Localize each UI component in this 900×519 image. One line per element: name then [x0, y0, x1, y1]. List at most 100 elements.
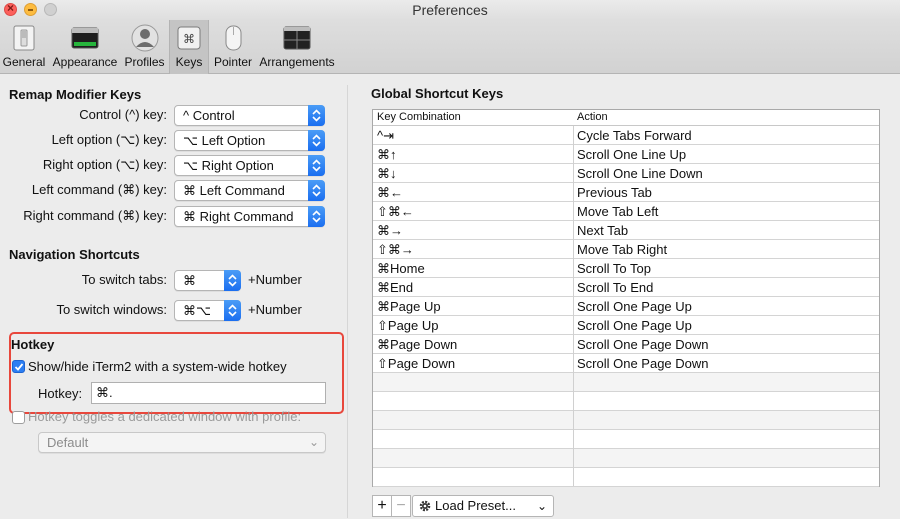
popup-arrows-icon [308, 180, 325, 201]
tab-appearance-label: Appearance [52, 55, 118, 69]
add-shortcut-button[interactable]: + [372, 495, 392, 517]
switch-windows-suffix: +Number [248, 302, 302, 317]
tab-arrangements[interactable]: Arrangements [257, 20, 337, 74]
switch-windows-popup[interactable]: ⌘⌥ [174, 300, 241, 321]
table-row[interactable]: ⌘Page Down Scroll One Page Down [373, 335, 879, 354]
switch-windows-label: To switch windows: [56, 302, 167, 317]
table-row[interactable]: ⌘Page Up Scroll One Page Up [373, 297, 879, 316]
dedicated-profile-popup[interactable]: Default ⌄ [38, 432, 326, 453]
table-row[interactable]: ⇧Page Down Scroll One Page Down [373, 354, 879, 373]
table-row[interactable]: ⌘↑ Scroll One Line Up [373, 145, 879, 164]
tab-keys-label: Keys [175, 55, 203, 69]
table-row[interactable]: ^⇥ Cycle Tabs Forward [373, 126, 879, 145]
action-cell: Previous Tab [577, 185, 652, 200]
action-cell: Scroll One Page Up [577, 318, 692, 333]
table-header: Key Combination Action [373, 110, 879, 126]
global-shortcuts-table[interactable]: Key Combination Action ^⇥ Cycle Tabs Forw… [372, 109, 880, 487]
table-row[interactable]: ⌘← Previous Tab [373, 183, 879, 202]
action-cell: Scroll One Line Up [577, 147, 687, 162]
dedicated-window-checkbox[interactable] [12, 411, 25, 424]
popup-arrows-icon [308, 105, 325, 126]
column-header-action[interactable]: Action [577, 111, 608, 123]
global-shortcuts-heading: Global Shortcut Keys [371, 86, 504, 101]
popup-arrows-icon [224, 300, 241, 321]
hotkey-field-label: Hotkey: [38, 386, 83, 401]
tab-profiles-label: Profiles [124, 55, 165, 69]
empty-table-row [373, 449, 879, 468]
chevron-down-icon: ⌄ [536, 499, 547, 513]
control-key-value: ^ Control [183, 108, 235, 123]
right-command-label: Right command (⌘) key: [23, 208, 167, 223]
action-cell: Next Tab [577, 223, 629, 238]
left-command-popup[interactable]: ⌘ Left Command [174, 180, 325, 201]
key-combination-cell: ⌘← [377, 185, 403, 200]
appearance-window-icon [71, 27, 99, 49]
load-preset-button[interactable]: Load Preset... ⌄ [412, 495, 554, 517]
switch-windows-value: ⌘⌥ [183, 303, 211, 318]
tab-arrangements-label: Arrangements [259, 55, 335, 69]
hotkey-field[interactable]: ⌘. [91, 382, 326, 404]
action-cell: Scroll One Page Down [577, 337, 709, 352]
hotkey-heading: Hotkey [11, 337, 55, 352]
remove-shortcut-button[interactable]: − [391, 495, 411, 517]
switch-tabs-popup[interactable]: ⌘ [174, 270, 241, 291]
left-option-popup[interactable]: ⌥ Left Option [174, 130, 325, 151]
right-command-popup[interactable]: ⌘ Right Command [174, 206, 325, 227]
preferences-toolbar: General Appearance Profiles ⌘ Keys Point… [0, 20, 900, 74]
window-title: Preferences [412, 2, 488, 18]
key-combination-cell: ⌘↓ [377, 166, 397, 181]
dedicated-window-label: Hotkey toggles a dedicated window with p… [28, 409, 302, 424]
key-combination-cell: ⌘Page Up [377, 299, 441, 314]
checkmark-icon [14, 363, 24, 371]
column-header-key-combination[interactable]: Key Combination [377, 111, 461, 123]
table-row[interactable]: ⇧Page Up Scroll One Page Up [373, 316, 879, 335]
control-key-popup[interactable]: ^ Control [174, 105, 325, 126]
key-combination-cell: ⇧Page Down [377, 356, 456, 371]
table-row[interactable]: ⌘↓ Scroll One Line Down [373, 164, 879, 183]
right-option-value: ⌥ Right Option [183, 158, 274, 173]
key-combination-cell: ⇧Page Up [377, 318, 439, 333]
action-cell: Scroll To Top [577, 261, 651, 276]
empty-table-row [373, 411, 879, 430]
popup-arrows-icon [224, 270, 241, 291]
column-separator [573, 126, 574, 486]
key-combination-cell: ^⇥ [377, 128, 394, 143]
switch-tabs-suffix: +Number [248, 272, 302, 287]
action-cell: Scroll To End [577, 280, 654, 295]
tab-pointer[interactable]: Pointer [210, 20, 256, 74]
left-command-value: ⌘ Left Command [183, 183, 285, 198]
table-row[interactable]: ⌘Home Scroll To Top [373, 259, 879, 278]
show-hide-hotkey-checkbox[interactable] [12, 360, 25, 373]
key-combination-cell: ⌘Home [377, 261, 425, 276]
title-bar: Preferences [0, 0, 900, 20]
action-cell: Move Tab Left [577, 204, 659, 219]
action-cell: Scroll One Line Down [577, 166, 703, 181]
show-hide-hotkey-label: Show/hide iTerm2 with a system-wide hotk… [28, 359, 287, 374]
table-row[interactable]: ⇧⌘→ Move Tab Right [373, 240, 879, 259]
load-preset-label: Load Preset... [435, 498, 516, 513]
popup-arrows-icon [308, 206, 325, 227]
empty-table-row [373, 468, 879, 487]
action-cell: Scroll One Page Down [577, 356, 709, 371]
key-combination-cell: ⌘→ [377, 223, 403, 238]
table-row[interactable]: ⇧⌘← Move Tab Left [373, 202, 879, 221]
tab-keys[interactable]: ⌘ Keys [169, 20, 209, 74]
right-command-value: ⌘ Right Command [183, 209, 294, 224]
table-row[interactable]: ⌘→ Next Tab [373, 221, 879, 240]
table-row[interactable]: ⌘End Scroll To End [373, 278, 879, 297]
remap-heading: Remap Modifier Keys [9, 87, 142, 102]
right-option-label: Right option (⌥) key: [42, 157, 167, 172]
tab-profiles[interactable]: Profiles [121, 20, 168, 74]
action-cell: Scroll One Page Up [577, 299, 692, 314]
tab-general-label: General [2, 55, 46, 69]
arrangements-windows-icon [283, 26, 311, 50]
gear-icon [419, 500, 431, 512]
right-option-popup[interactable]: ⌥ Right Option [174, 155, 325, 176]
empty-table-row [373, 430, 879, 449]
switch-tabs-value: ⌘ [183, 273, 196, 288]
tab-appearance[interactable]: Appearance [50, 20, 120, 74]
tab-general[interactable]: General [0, 20, 48, 74]
keys-command-icon: ⌘ [177, 26, 201, 50]
general-switch-icon [13, 25, 35, 51]
left-option-label: Left option (⌥) key: [51, 132, 167, 147]
